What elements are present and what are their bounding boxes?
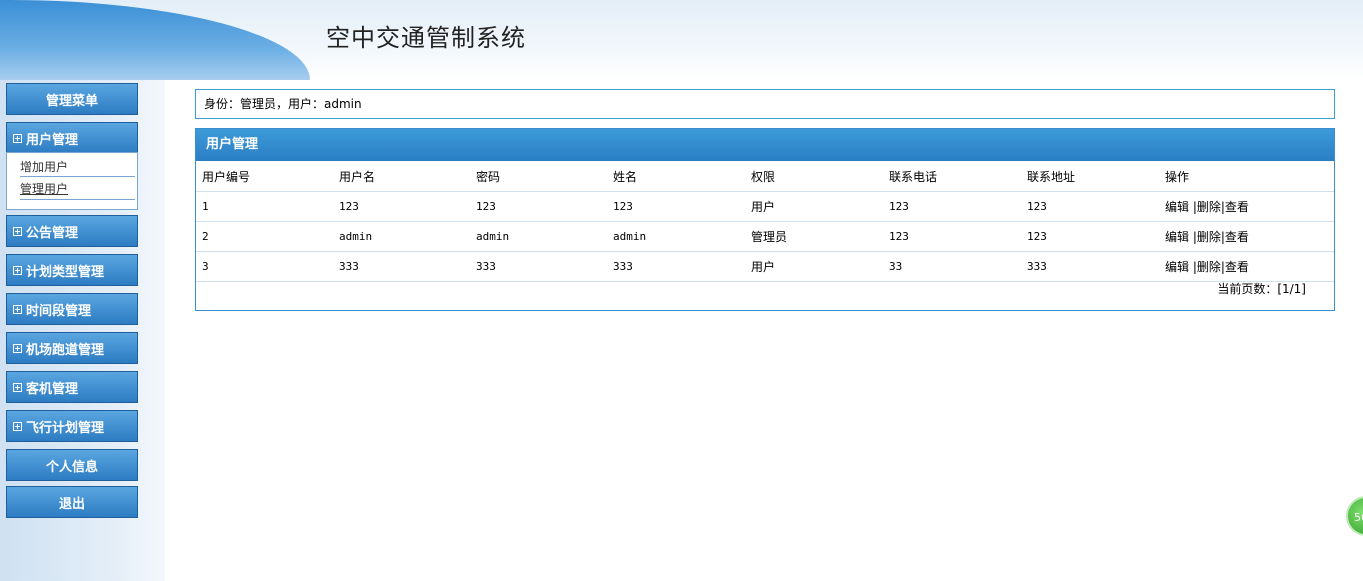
cell-name: 123 bbox=[607, 191, 745, 222]
cell-username: 333 bbox=[333, 251, 470, 282]
sidebar-item-personal-info[interactable]: 个人信息 bbox=[6, 449, 138, 481]
divider bbox=[20, 176, 135, 177]
cell-address: 123 bbox=[1021, 191, 1159, 222]
cell-password: 333 bbox=[470, 251, 607, 282]
view-link[interactable]: |查看 bbox=[1221, 200, 1249, 214]
column-header: 姓名 bbox=[607, 161, 745, 192]
sidebar-item-user-mgmt[interactable]: 用户管理 bbox=[6, 122, 138, 154]
column-header: 操作 bbox=[1159, 161, 1334, 192]
sidebar-item-label: 客机管理 bbox=[26, 381, 79, 397]
expand-icon bbox=[13, 133, 22, 143]
delete-link[interactable]: |删除 bbox=[1193, 230, 1221, 244]
column-header: 用户编号 bbox=[196, 161, 333, 192]
submenu-manage-user[interactable]: 管理用户 bbox=[20, 180, 68, 197]
cell-address: 333 bbox=[1021, 251, 1159, 282]
sidebar-item-time-slot[interactable]: 时间段管理 bbox=[6, 293, 138, 325]
edit-link[interactable]: 编辑 bbox=[1165, 200, 1189, 214]
cell-address: 123 bbox=[1021, 221, 1159, 252]
cell-user-id: 2 bbox=[196, 221, 333, 252]
expand-icon bbox=[13, 421, 22, 431]
sidebar-item-flight-plan[interactable]: 飞行计划管理 bbox=[6, 410, 138, 442]
cell-actions: 编辑 |删除|查看 bbox=[1159, 251, 1334, 282]
column-header: 权限 bbox=[745, 161, 883, 192]
table-row: 1 123 123 123 用户 123 123 编辑 |删除|查看 bbox=[196, 191, 1334, 222]
sidebar-item-label: 计划类型管理 bbox=[26, 264, 105, 280]
cell-password: 123 bbox=[470, 191, 607, 222]
column-header: 用户名 bbox=[333, 161, 470, 192]
divider bbox=[20, 199, 135, 200]
sidebar-item-label: 飞行计划管理 bbox=[26, 420, 105, 436]
user-table: 用户编号 用户名 密码 姓名 权限 联系电话 联系地址 操作 1 123 123… bbox=[196, 161, 1334, 282]
delete-link[interactable]: |删除 bbox=[1193, 200, 1221, 214]
cell-role: 用户 bbox=[745, 251, 883, 282]
sidebar-item-label: 用户管理 bbox=[26, 132, 79, 148]
table-row: 3 333 333 333 用户 33 333 编辑 |删除|查看 bbox=[196, 251, 1334, 282]
cell-name: 333 bbox=[607, 251, 745, 282]
expand-icon bbox=[13, 226, 22, 236]
cell-user-id: 3 bbox=[196, 251, 333, 282]
cell-username: 123 bbox=[333, 191, 470, 222]
table-row: 2 admin admin admin 管理员 123 123 编辑 |删除|查… bbox=[196, 221, 1334, 252]
delete-link[interactable]: |删除 bbox=[1193, 260, 1221, 274]
identity-info: 身份：管理员，用户：admin bbox=[195, 89, 1335, 119]
sidebar-item-announcement[interactable]: 公告管理 bbox=[6, 215, 138, 247]
expand-icon bbox=[13, 265, 22, 275]
cell-phone: 123 bbox=[883, 191, 1021, 222]
cell-actions: 编辑 |删除|查看 bbox=[1159, 191, 1334, 222]
sidebar-header: 管理菜单 bbox=[6, 83, 138, 115]
table-header-row: 用户编号 用户名 密码 姓名 权限 联系电话 联系地址 操作 bbox=[196, 161, 1334, 192]
floating-badge[interactable]: 56 bbox=[1346, 496, 1363, 536]
app-title: 空中交通管制系统 bbox=[326, 24, 526, 52]
edit-link[interactable]: 编辑 bbox=[1165, 230, 1189, 244]
view-link[interactable]: |查看 bbox=[1221, 230, 1249, 244]
sidebar-item-runway[interactable]: 机场跑道管理 bbox=[6, 332, 138, 364]
edit-link[interactable]: 编辑 bbox=[1165, 260, 1189, 274]
sidebar-item-label: 公告管理 bbox=[26, 225, 79, 241]
sidebar-item-label: 机场跑道管理 bbox=[26, 342, 105, 358]
cell-phone: 33 bbox=[883, 251, 1021, 282]
sidebar-item-aircraft[interactable]: 客机管理 bbox=[6, 371, 138, 403]
header-accent bbox=[0, 0, 310, 80]
user-management-panel: 用户管理 用户编号 用户名 密码 姓名 权限 联系电话 联系地址 操作 1 12… bbox=[195, 128, 1335, 311]
column-header: 联系地址 bbox=[1021, 161, 1159, 192]
sidebar-item-plan-type[interactable]: 计划类型管理 bbox=[6, 254, 138, 286]
header-banner: 空中交通管制系统 bbox=[0, 0, 1363, 80]
expand-icon bbox=[13, 343, 22, 353]
user-mgmt-submenu: 增加用户 管理用户 bbox=[6, 152, 138, 210]
logout-button[interactable]: 退出 bbox=[6, 486, 138, 518]
panel-title: 用户管理 bbox=[196, 129, 1334, 161]
column-header: 密码 bbox=[470, 161, 607, 192]
view-link[interactable]: |查看 bbox=[1221, 260, 1249, 274]
cell-name: admin bbox=[607, 221, 745, 252]
submenu-add-user[interactable]: 增加用户 bbox=[20, 158, 68, 175]
cell-role: 管理员 bbox=[745, 221, 883, 252]
cell-role: 用户 bbox=[745, 191, 883, 222]
cell-user-id: 1 bbox=[196, 191, 333, 222]
cell-password: admin bbox=[470, 221, 607, 252]
column-header: 联系电话 bbox=[883, 161, 1021, 192]
cell-username: admin bbox=[333, 221, 470, 252]
sidebar-item-label: 时间段管理 bbox=[26, 303, 92, 319]
cell-actions: 编辑 |删除|查看 bbox=[1159, 221, 1334, 252]
expand-icon bbox=[13, 382, 22, 392]
cell-phone: 123 bbox=[883, 221, 1021, 252]
pagination-info: 当前页数：[1/1] bbox=[1217, 282, 1306, 296]
expand-icon bbox=[13, 304, 22, 314]
